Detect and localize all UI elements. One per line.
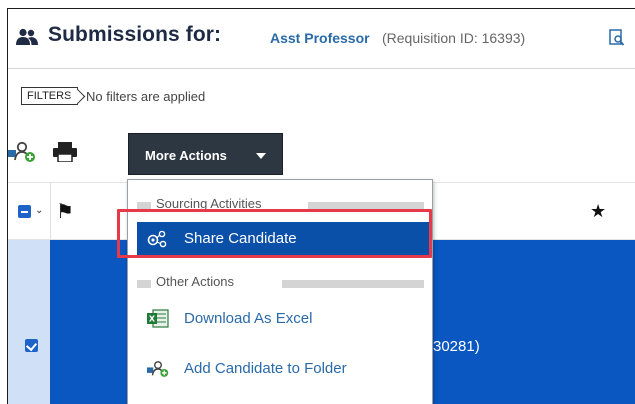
select-all-checkbox[interactable] [18, 205, 31, 218]
highlight-box [117, 209, 432, 258]
add-to-folder-icon[interactable] [8, 141, 36, 163]
toolbar: More Actions [8, 116, 635, 182]
page-header: Submissions for: Asst Professor (Requisi… [8, 9, 635, 69]
menu-item-download-excel[interactable]: X Download As Excel [137, 302, 429, 336]
preview-icon[interactable] [609, 29, 625, 47]
menu-item-label: Download As Excel [184, 310, 313, 327]
star-icon[interactable]: ★ [590, 201, 606, 222]
more-actions-label: More Actions [145, 148, 227, 163]
requisition-id: (Requisition ID: 16393) [382, 30, 526, 46]
caret-down-icon [256, 153, 266, 159]
menu-item-label: Add Candidate to Folder [184, 360, 347, 377]
requisition-link[interactable]: Asst Professor [270, 30, 370, 46]
excel-icon: X [147, 309, 169, 328]
filters-status: No filters are applied [86, 89, 206, 104]
flag-icon[interactable]: ⚑ [56, 199, 74, 224]
page-title: Submissions for: [48, 23, 222, 46]
row-checkbox[interactable] [25, 339, 38, 352]
more-actions-button[interactable]: More Actions [128, 133, 283, 175]
section-label-other: Other Actions [156, 274, 235, 289]
users-icon [16, 28, 38, 45]
svg-text:X: X [149, 315, 156, 324]
print-icon[interactable] [53, 142, 77, 162]
add-to-folder-icon [147, 361, 169, 377]
chevron-down-icon[interactable]: ⌄ [35, 205, 43, 216]
filters-row: FILTERS No filters are applied [8, 70, 635, 116]
row-candidate-id: 30281) [433, 338, 480, 355]
row-check-cell [8, 240, 50, 404]
section-divider [137, 280, 151, 288]
section-divider [282, 280, 424, 288]
menu-item-add-to-folder[interactable]: Add Candidate to Folder [137, 352, 429, 386]
column-divider [50, 183, 51, 241]
app-frame: Submissions for: Asst Professor (Requisi… [7, 8, 635, 404]
filters-tag[interactable]: FILTERS [21, 87, 79, 105]
